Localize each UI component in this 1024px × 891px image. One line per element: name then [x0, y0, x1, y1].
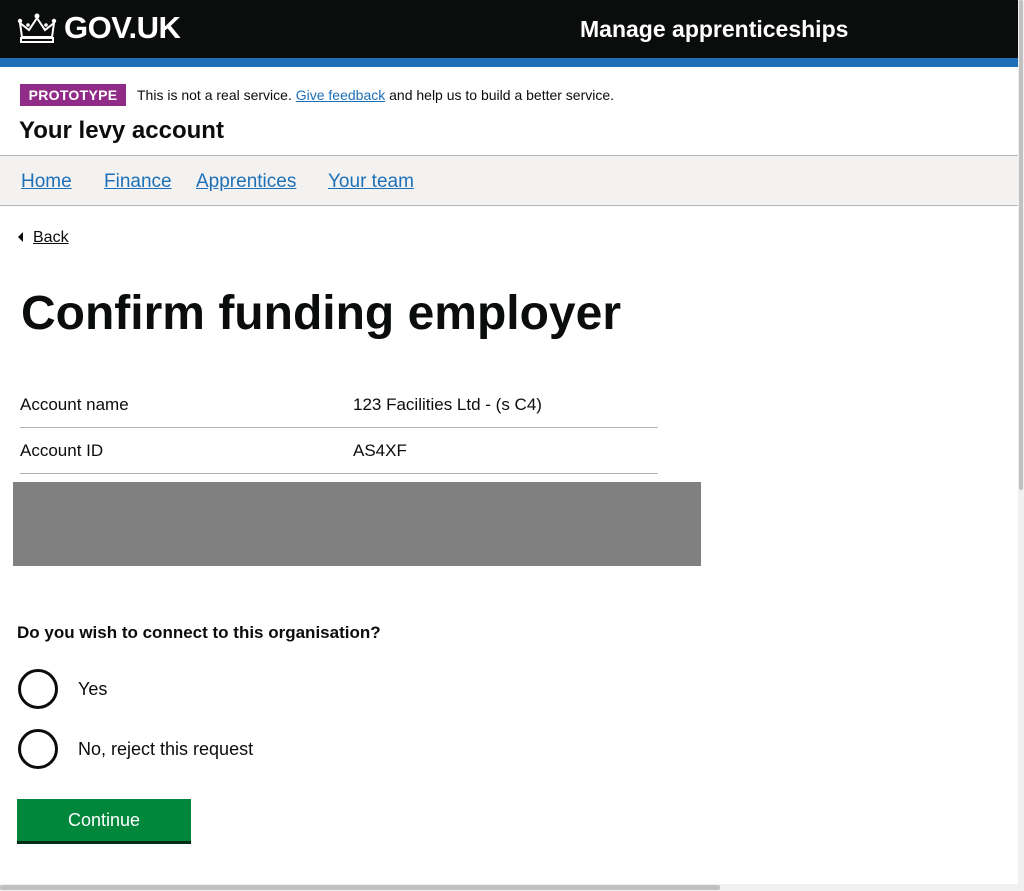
horizontal-scrollbar[interactable]: [0, 884, 1018, 891]
nav-finance[interactable]: Finance: [104, 171, 172, 193]
back-link[interactable]: Back: [18, 228, 69, 247]
nav-apprentices[interactable]: Apprentices: [196, 171, 296, 193]
header-blue-stripe: [0, 58, 1018, 67]
summary-key: Account name: [20, 395, 129, 414]
back-link-label: Back: [33, 229, 69, 246]
continue-button[interactable]: Continue: [17, 799, 191, 841]
phase-banner-text: This is not a real service. Give feedbac…: [137, 87, 614, 104]
crown-icon: [17, 13, 57, 43]
radio-button-no[interactable]: [18, 729, 58, 769]
account-title: Your levy account: [19, 117, 224, 144]
phase-text-before: This is not a real service.: [137, 87, 292, 103]
summary-row-account-id: Account ID AS4XF: [20, 428, 658, 474]
service-name-link[interactable]: Manage apprenticeships: [580, 15, 848, 43]
radio-button-yes[interactable]: [18, 669, 58, 709]
radio-label-yes[interactable]: Yes: [78, 678, 107, 700]
vertical-scrollbar[interactable]: [1018, 0, 1024, 891]
summary-value: AS4XF: [353, 441, 407, 460]
site-header: GOV.UK Manage apprenticeships: [0, 0, 1018, 58]
radio-question: Do you wish to connect to this organisat…: [17, 623, 381, 642]
page-title: Confirm funding employer: [21, 287, 621, 340]
give-feedback-link[interactable]: Give feedback: [296, 87, 386, 103]
summary-list: Account name 123 Facilities Ltd - (s C4)…: [20, 382, 658, 474]
phase-tag: PROTOTYPE: [20, 84, 126, 106]
nav-home[interactable]: Home: [21, 171, 72, 193]
main-nav: Home Finance Apprentices Your team: [0, 155, 1018, 206]
vertical-scrollbar-thumb[interactable]: [1019, 0, 1023, 490]
radio-option-yes[interactable]: Yes: [18, 669, 418, 709]
summary-row-account-name: Account name 123 Facilities Ltd - (s C4): [20, 382, 658, 428]
radio-label-no[interactable]: No, reject this request: [78, 738, 253, 760]
page: GOV.UK Manage apprenticeships PROTOTYPE …: [0, 0, 1018, 891]
horizontal-scrollbar-thumb[interactable]: [0, 885, 720, 890]
govuk-logo-text[interactable]: GOV.UK: [64, 10, 181, 46]
back-arrow-icon: [18, 231, 23, 242]
redacted-block: [13, 482, 701, 566]
nav-your-team[interactable]: Your team: [328, 171, 414, 193]
summary-value: 123 Facilities Ltd - (s C4): [353, 395, 542, 414]
summary-key: Account ID: [20, 441, 104, 460]
phase-text-after: and help us to build a better service.: [389, 87, 615, 103]
radio-option-no[interactable]: No, reject this request: [18, 729, 418, 769]
